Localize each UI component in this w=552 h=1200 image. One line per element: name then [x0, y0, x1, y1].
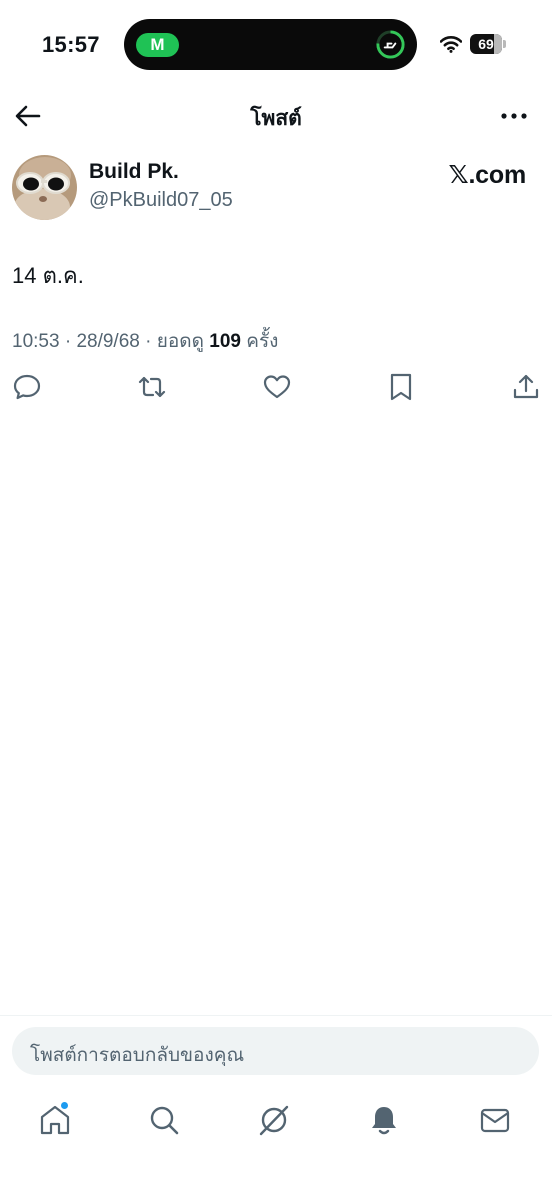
post-meta: 10:53 · 28/9/68 · ยอดดู 109 ครั้ง: [12, 326, 278, 356]
messages-icon: [480, 1108, 510, 1133]
nav-messages[interactable]: [477, 1102, 513, 1138]
status-bar: 15:57 M 69: [0, 0, 552, 92]
island-progress-ring-icon: [376, 30, 405, 59]
nav-search[interactable]: [146, 1102, 182, 1138]
post-text: 14 ต.ค.: [12, 263, 84, 288]
notifications-icon: [372, 1107, 396, 1135]
battery-indicator: 69: [470, 34, 506, 54]
search-icon: [150, 1106, 179, 1135]
battery-tip: [503, 40, 506, 48]
composer-divider: [0, 1015, 552, 1016]
source-label: 𝕏.com: [448, 161, 527, 189]
wifi-icon: [440, 36, 462, 53]
nav-home[interactable]: [37, 1102, 73, 1138]
reply-input[interactable]: โพสต์การตอบกลับของคุณ: [12, 1027, 539, 1075]
island-app-badge: M: [136, 33, 179, 57]
like-icon[interactable]: [262, 372, 292, 402]
views-count[interactable]: 109: [209, 331, 241, 352]
home-notification-dot: [61, 1102, 68, 1109]
avatar-image: [12, 155, 77, 220]
page-title: โพสต์: [250, 107, 302, 130]
author-name[interactable]: Build Pk.: [89, 160, 179, 184]
post-time[interactable]: 10:53: [12, 331, 60, 352]
status-time: 15:57: [42, 32, 100, 57]
battery-percentage: 69: [478, 36, 494, 52]
bottom-nav: [0, 1090, 552, 1150]
views-prefix: ยอดดู: [156, 331, 204, 352]
meta-separator: ·: [145, 331, 157, 352]
nav-grok[interactable]: [256, 1102, 292, 1138]
meta-separator: ·: [64, 331, 77, 352]
more-horizontal-icon[interactable]: [498, 100, 530, 132]
author-handle[interactable]: @PkBuild07_05: [89, 189, 233, 212]
views-suffix: ครั้ง: [246, 331, 279, 352]
nav-notifications[interactable]: [366, 1102, 402, 1138]
avatar[interactable]: [12, 155, 77, 220]
dynamic-island[interactable]: M: [124, 19, 417, 70]
home-icon: [40, 1105, 70, 1135]
reply-icon[interactable]: [12, 372, 42, 402]
grok-icon: [259, 1105, 289, 1136]
top-header: โพสต์: [0, 92, 552, 140]
repost-icon[interactable]: [137, 372, 167, 402]
post-actions: [0, 372, 552, 404]
bookmark-icon[interactable]: [386, 372, 416, 402]
post-date[interactable]: 28/9/68: [76, 331, 139, 352]
reply-placeholder: โพสต์การตอบกลับของคุณ: [30, 1045, 245, 1066]
share-icon[interactable]: [511, 372, 541, 402]
